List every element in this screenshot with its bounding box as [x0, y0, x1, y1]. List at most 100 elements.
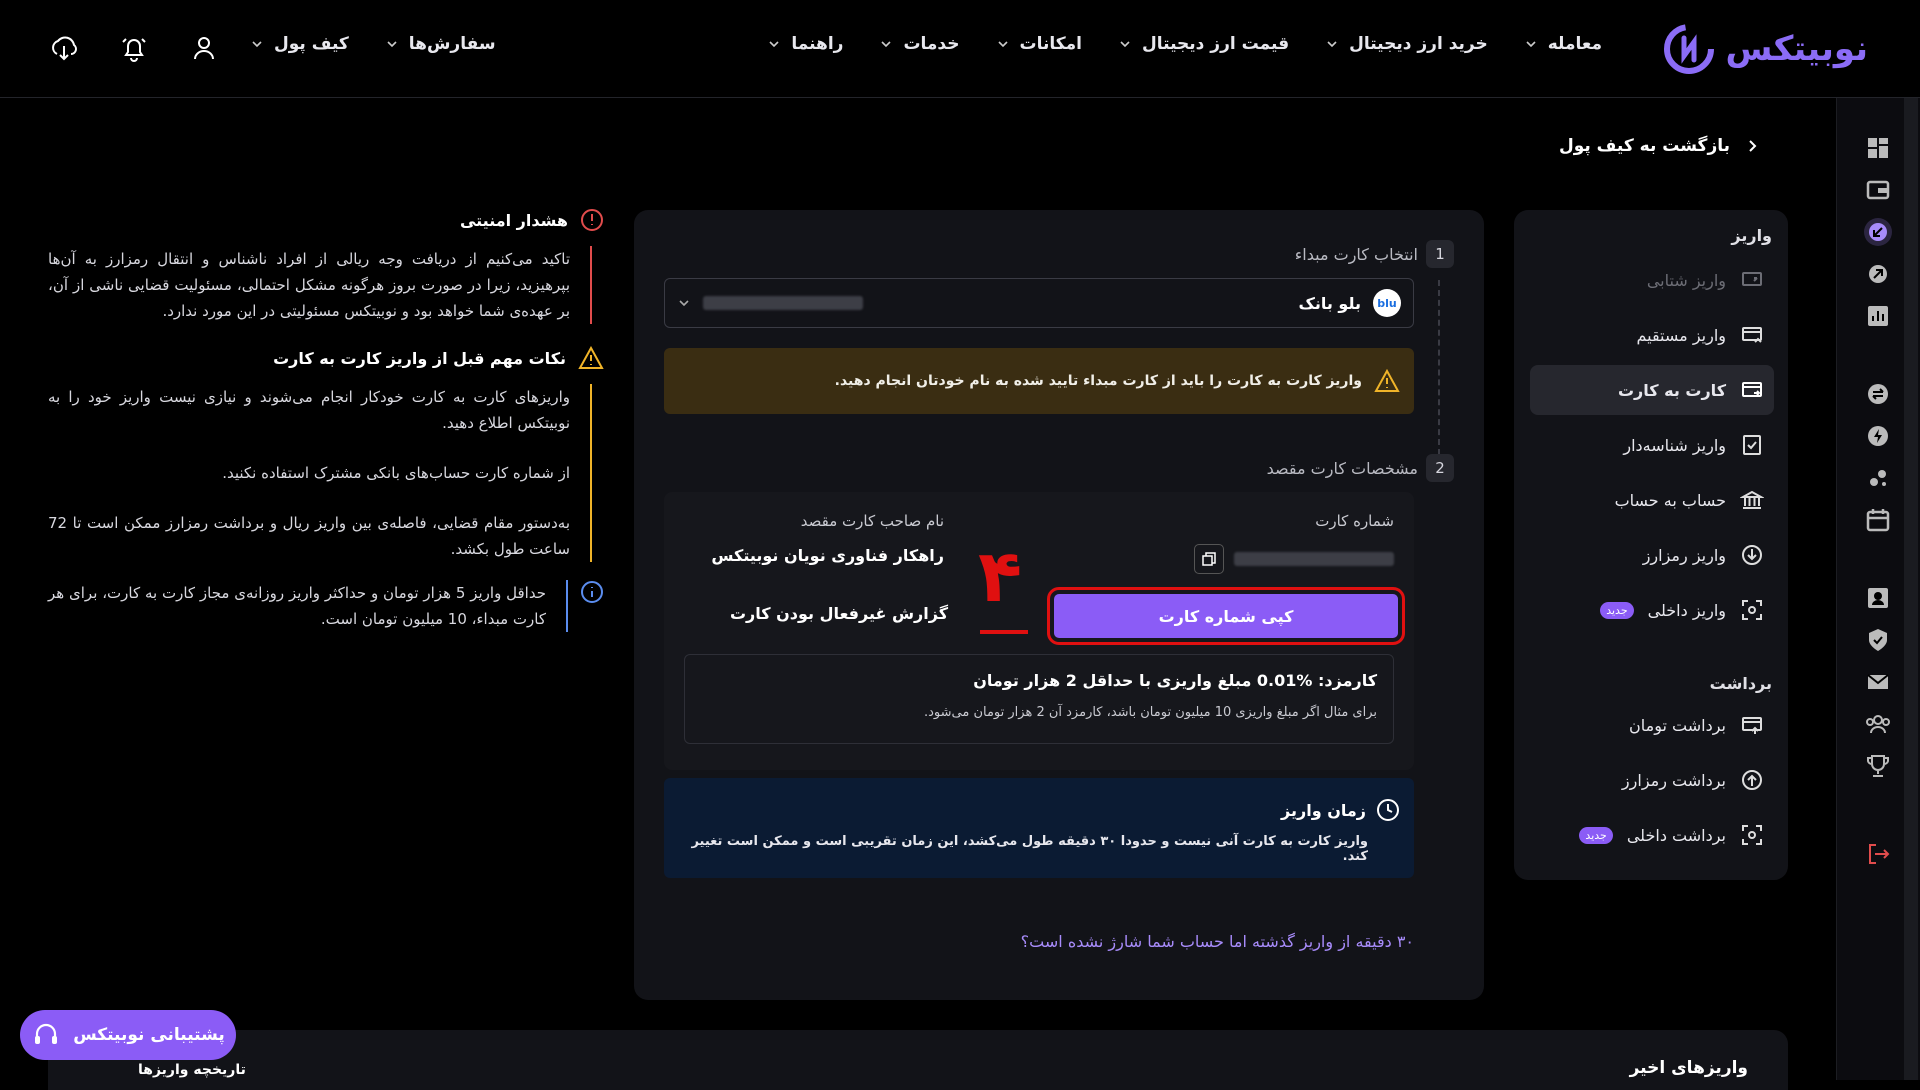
chevron-right-icon: [1749, 140, 1757, 152]
sidebar-item-crypto-withdraw[interactable]: برداشت رمزارز: [1530, 755, 1774, 805]
support-label: پشتیبانی نوبیتکس: [73, 1025, 225, 1045]
crypto-deposit-icon: [1742, 545, 1762, 565]
sidebar-item-account-to-account[interactable]: حساب به حساب: [1530, 475, 1774, 525]
chevron-down-icon: [997, 41, 1008, 48]
wallet-icon[interactable]: [1864, 176, 1892, 204]
tip-title-text: نکات مهم قبل از واریز کارت به کارت: [273, 348, 566, 368]
source-card-select[interactable]: blu بلو بانک: [664, 278, 1414, 328]
sidebar-item-internal-withdraw[interactable]: برداشت داخلی جدید: [1530, 810, 1774, 860]
id-deposit-icon: [1743, 435, 1761, 455]
internal-withdraw-icon: [1742, 825, 1762, 845]
destination-card-panel: شماره کارت نام صاحب کارت مقصد راهکار فنا…: [664, 492, 1414, 770]
sidebar-item-label: حساب به حساب: [1614, 490, 1726, 510]
nav-label: خدمات: [903, 34, 960, 54]
headset-icon: [35, 1023, 58, 1044]
security-warning-title: هشدار امنیتی: [48, 208, 604, 232]
annotation-number: ۴: [978, 534, 1022, 618]
flash-icon[interactable]: [1864, 422, 1892, 450]
deposit-sidebar: واریز واریز شتابی واریز مستقیم کارت به ک…: [1514, 210, 1788, 880]
note-item: واریزهای کارت به کارت خودکار انجام می‌شو…: [48, 388, 570, 432]
copy-card-number-button[interactable]: کپی شماره کارت: [1047, 587, 1405, 645]
nav-trade[interactable]: معامله: [1524, 34, 1602, 54]
nav-label: خرید ارز دیجیتال: [1349, 34, 1488, 54]
card-number-label: شماره کارت: [1315, 512, 1394, 530]
staking-icon[interactable]: [1864, 464, 1892, 492]
trophy-icon[interactable]: [1864, 752, 1892, 780]
crypto-withdraw-icon: [1742, 770, 1762, 790]
sidebar-item-id-deposit[interactable]: واریز شناسه‌دار: [1530, 420, 1774, 470]
deposit-time-title: زمان واریز: [1281, 800, 1366, 820]
deposit-active-icon[interactable]: [1864, 218, 1892, 246]
internal-deposit-icon: [1742, 600, 1762, 620]
calendar-icon[interactable]: [1864, 506, 1892, 534]
withdraw-icon[interactable]: [1864, 260, 1892, 288]
nav-features[interactable]: امکانات: [996, 34, 1082, 54]
security-warning-body: تاکید می‌کنیم از دریافت وجه ریالی از افر…: [48, 246, 592, 324]
brand-logo-icon: [1663, 24, 1714, 74]
chevron-down-icon: [1327, 41, 1337, 48]
sidebar-item-label: واریز داخلی: [1647, 600, 1726, 620]
sidebar-item-label: کارت به کارت: [1617, 380, 1726, 400]
back-to-wallet-link[interactable]: بازگشت به کیف پول: [1559, 136, 1760, 156]
tip-title-text: هشدار امنیتی: [459, 210, 568, 230]
sidebar-item-internal-deposit[interactable]: واریز داخلی جدید: [1530, 585, 1774, 635]
mail-icon[interactable]: [1864, 668, 1892, 696]
sidebar-item-label: واریز رمزارز: [1642, 545, 1726, 565]
logout-icon[interactable]: [1864, 840, 1892, 868]
scrollbar[interactable]: [1904, 98, 1918, 1080]
sidebar-item-crypto-deposit[interactable]: واریز رمزارز: [1530, 530, 1774, 580]
sidebar-item-label: برداشت داخلی: [1626, 825, 1726, 845]
withdraw-section-title: برداشت: [1709, 674, 1772, 693]
step-label: مشخصات کارت مقصد: [1266, 458, 1418, 478]
nav-orders[interactable]: سفارش‌ها: [385, 34, 496, 54]
copy-icon: [1202, 552, 1216, 566]
user-nav: سفارش‌ها کیف پول: [250, 34, 496, 54]
dashboard-icon[interactable]: [1864, 134, 1892, 162]
clock-icon: [1377, 799, 1399, 821]
user-icon[interactable]: [188, 32, 220, 64]
fee-title: کارمزد: %0.01 مبلغ واریزی با حداقل 2 هزا…: [973, 671, 1377, 690]
deposit-section-title: واریز: [1731, 226, 1772, 245]
sidebar-item-toman-withdraw[interactable]: برداشت تومان: [1530, 700, 1774, 750]
owner-name: راهکار فناوری نویان نوبیتکس: [711, 546, 944, 565]
sidebar-item-fast-deposit[interactable]: واریز شتابی: [1530, 255, 1774, 305]
toman-withdraw-icon: [1742, 717, 1762, 734]
nav-label: راهنما: [791, 34, 844, 54]
step-number: 1: [1426, 240, 1454, 268]
nav-label: معامله: [1547, 34, 1602, 54]
new-badge: جدید: [1600, 601, 1634, 619]
nav-wallet[interactable]: کیف پول: [250, 34, 349, 54]
nav-services[interactable]: خدمات: [879, 34, 960, 54]
cloud-download-icon[interactable]: [48, 32, 80, 64]
bell-icon[interactable]: [118, 32, 150, 64]
shield-icon[interactable]: [1864, 626, 1892, 654]
sidebar-item-direct-deposit[interactable]: واریز مستقیم: [1530, 310, 1774, 360]
fast-deposit-icon: [1742, 272, 1762, 286]
report-chart-icon[interactable]: [1864, 302, 1892, 330]
exchange-icon[interactable]: [1864, 380, 1892, 408]
note-item: از شماره کارت حساب‌های بانکی مشترک استفا…: [222, 464, 570, 482]
chevron-down-icon: [881, 41, 892, 48]
limit-info-text: حداقل واریز 5 هزار تومان و حداکثر واریز …: [48, 580, 568, 632]
sidebar-item-label: برداشت رمزارز: [1621, 770, 1726, 790]
recent-deposits-panel: واریزهای اخیر تاریخچه واریزها: [48, 1030, 1788, 1090]
referral-users-icon[interactable]: [1864, 710, 1892, 738]
copy-icon-button[interactable]: [1194, 544, 1224, 574]
deposit-history-link[interactable]: تاریخچه واریزها: [138, 1062, 246, 1078]
important-notes-body: واریزهای کارت به کارت خودکار انجام می‌شو…: [48, 384, 592, 562]
chevron-down-icon: [679, 300, 689, 307]
info-icon: [581, 581, 603, 603]
not-charged-help-link[interactable]: ۳۰ دقیقه از واریز گذشته اما حساب شما شار…: [1021, 932, 1414, 951]
nav-help[interactable]: راهنما: [767, 34, 843, 54]
logo[interactable]: نوبیتکس: [1662, 22, 1868, 76]
alert-circle-icon: [581, 209, 603, 231]
report-inactive-card-link[interactable]: گزارش غیرفعال بودن کارت: [730, 604, 948, 623]
step-1-header: 1 انتخاب کارت مبداء: [1295, 240, 1454, 268]
warning-triangle-icon: [578, 346, 604, 369]
nav-buy-crypto[interactable]: خرید ارز دیجیتال: [1325, 34, 1488, 54]
nav-crypto-price[interactable]: قیمت ارز دیجیتال: [1118, 34, 1289, 54]
profile-card-icon[interactable]: [1864, 584, 1892, 612]
nav-label: امکانات: [1019, 34, 1082, 54]
support-button[interactable]: پشتیبانی نوبیتکس: [20, 1010, 236, 1060]
sidebar-item-card-to-card[interactable]: کارت به کارت: [1530, 365, 1774, 415]
